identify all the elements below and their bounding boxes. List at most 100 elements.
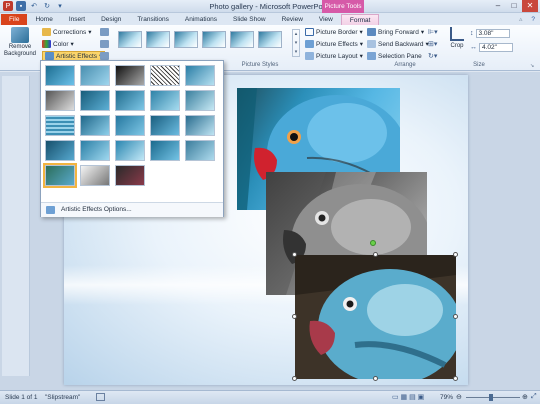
picture-effects-button[interactable]: Picture Effects ▾ [305,39,363,49]
picture-style-thumb[interactable] [146,31,170,48]
zoom-slider-thumb[interactable] [489,394,493,401]
effect-thumb[interactable] [80,115,110,136]
selection-pane-button[interactable]: Selection Pane [367,51,429,61]
resize-handle[interactable] [292,314,297,319]
remove-background-button[interactable]: Remove Background [2,27,38,58]
effect-thumb[interactable] [185,140,215,161]
selection-pane-icon [367,52,376,60]
rotate-handle-icon[interactable] [370,240,376,246]
change-picture-icon[interactable] [100,40,109,48]
effect-thumb[interactable] [115,115,145,136]
resize-handle[interactable] [373,376,378,381]
resize-handle[interactable] [453,252,458,257]
tab-design[interactable]: Design [93,14,129,25]
effect-thumb[interactable] [150,90,180,111]
tab-file[interactable]: File [1,14,28,25]
effect-thumb[interactable] [80,165,110,186]
size-dialog-launcher-icon[interactable]: ↘ [530,63,534,69]
effect-thumb-selected[interactable] [43,163,77,188]
close-button[interactable]: ✕ [522,0,538,12]
width-input[interactable]: 4.02" [479,43,513,52]
corrections-button[interactable]: Corrections ▾ [42,27,105,37]
effect-thumb[interactable] [45,115,75,136]
dropdown-arrow-icon: ▾ [359,41,364,48]
effect-thumb[interactable] [45,90,75,111]
zoom-out-icon[interactable]: ⊖ [456,393,462,401]
resize-handle[interactable] [292,252,297,257]
effect-thumb[interactable] [115,165,145,186]
language-icon[interactable] [96,393,105,401]
crop-button[interactable]: Crop [447,27,467,49]
tab-format[interactable]: Format [340,14,380,25]
picture-border-icon [305,28,314,36]
color-icon [42,40,51,48]
effect-thumb[interactable] [80,65,110,86]
effect-thumb[interactable] [185,65,215,86]
zoom-level[interactable]: 79% [440,394,453,401]
ribbon-tabs: File Home Insert Design Transitions Anim… [0,13,540,25]
effect-thumb[interactable] [45,65,75,86]
compress-pictures-icon[interactable] [100,28,109,36]
zoom-in-icon[interactable]: ⊕ [522,393,528,401]
resize-handle[interactable] [453,314,458,319]
tab-view[interactable]: View [311,14,341,25]
picture-style-thumb[interactable] [202,31,226,48]
picture-border-button[interactable]: Picture Border ▾ [305,27,363,37]
customize-qat-icon[interactable]: ▾ [55,1,65,11]
bring-forward-button[interactable]: Bring Forward ▾ [367,27,429,37]
tab-slide-show[interactable]: Slide Show [225,14,274,25]
maximize-button[interactable]: □ [506,0,522,12]
artistic-effects-options-item[interactable]: Artistic Effects Options... [41,202,223,217]
send-backward-button[interactable]: Send Backward ▾ [367,39,429,49]
help-icon[interactable]: ? [526,14,540,25]
effect-thumb[interactable] [80,90,110,111]
dropdown-arrow-icon: ▾ [359,29,363,36]
tab-animations[interactable]: Animations [177,14,225,25]
minimize-button[interactable]: – [490,0,506,12]
effect-thumb[interactable] [115,65,145,86]
effect-thumb[interactable] [115,90,145,111]
picture-style-thumb[interactable] [230,31,254,48]
dropdown-arrow-icon: ▾ [420,29,425,36]
styles-scroll-icon[interactable]: ▴ ▾ ▾ [292,29,300,57]
resize-handle[interactable] [292,376,297,381]
powerpoint-icon[interactable]: P [3,1,13,11]
undo-icon[interactable]: ↶ [29,1,39,11]
effect-thumb[interactable] [185,115,215,136]
color-button[interactable]: Color ▾ [42,39,105,49]
redo-icon[interactable]: ↻ [42,1,52,11]
options-icon [46,206,55,214]
save-icon[interactable]: ▪ [16,1,26,11]
align-icon[interactable]: ⊫▾ [428,28,438,36]
ribbon-collapse-icon[interactable]: ▵ [515,14,526,25]
effect-thumb[interactable] [150,140,180,161]
resize-handle[interactable] [373,252,378,257]
reset-picture-icon[interactable] [100,52,109,60]
tab-transitions[interactable]: Transitions [129,14,177,25]
effect-thumb[interactable] [185,90,215,111]
tab-home[interactable]: Home [27,14,60,25]
corrections-icon [42,28,51,36]
tab-review[interactable]: Review [274,14,311,25]
parrot-photo-posterized[interactable] [295,255,456,379]
picture-style-thumb[interactable] [174,31,198,48]
resize-handle[interactable] [453,376,458,381]
effect-thumb[interactable] [150,65,180,86]
zoom-slider[interactable] [466,397,520,398]
group-icon[interactable]: ⊞▾ [428,40,437,48]
effect-thumb[interactable] [45,140,75,161]
rotate-icon[interactable]: ↻▾ [428,52,437,60]
picture-layout-button[interactable]: Picture Layout ▾ [305,51,363,61]
tab-insert[interactable]: Insert [61,14,93,25]
height-input[interactable]: 3.08" [475,29,510,38]
view-icons[interactable]: ▭ ▦ ▤ ▣ [392,393,424,401]
picture-style-thumb[interactable] [118,31,142,48]
slides-pane[interactable] [2,76,30,376]
picture-style-thumb[interactable] [258,31,282,48]
effect-thumb[interactable] [80,140,110,161]
effect-thumb[interactable] [115,140,145,161]
title-bar: P ▪ ↶ ↻ ▾ Photo gallery - Microsoft Powe… [0,0,540,13]
crop-icon [450,27,464,41]
effect-thumb[interactable] [150,115,180,136]
fit-to-window-icon[interactable]: ⤢ [531,393,537,401]
